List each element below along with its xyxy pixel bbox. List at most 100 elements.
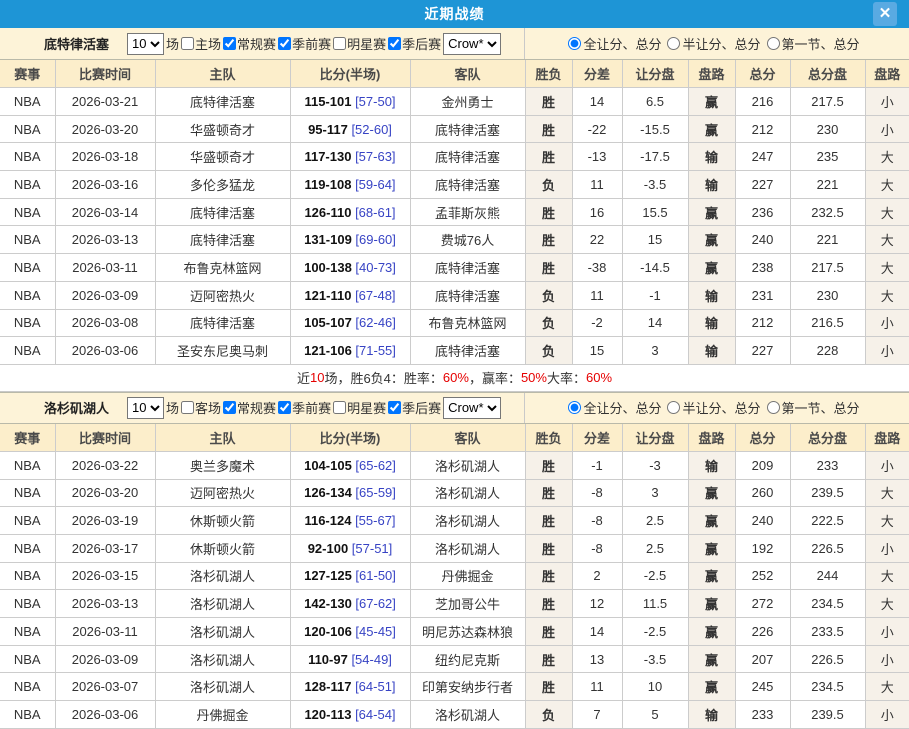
checkbox-input[interactable] (223, 37, 236, 50)
checkbox-input[interactable] (278, 37, 291, 50)
view-mode-radio[interactable]: 半让分、总分 (667, 398, 760, 417)
view-mode-radio-group: 全让分、总分半让分、总分第一节、总分 (525, 28, 909, 59)
column-header: 胜负 (525, 60, 572, 88)
diff-cell: 15 (572, 337, 622, 365)
date-cell: 2026-03-14 (55, 198, 155, 226)
away-team-cell: 底特律活塞 (410, 281, 525, 309)
odds-source-select[interactable]: Crow* (443, 33, 501, 55)
diff-cell: 13 (572, 645, 622, 673)
halftime-score: [45-45] (352, 624, 396, 639)
filter-checkbox[interactable]: 客场 (179, 398, 221, 417)
view-mode-radio[interactable]: 全让分、总分 (568, 398, 661, 417)
checkbox-label: 明星赛 (347, 398, 386, 417)
table-row: NBA2026-03-09洛杉矶湖人110-97 [54-49]纽约尼克斯胜13… (0, 645, 909, 673)
filter-bar: 洛杉矶湖人 10 场 客场常规赛季前赛明星赛季后赛 Crow* 全让分、总分半让… (0, 392, 909, 424)
date-cell: 2026-03-06 (55, 337, 155, 365)
table-row: NBA2026-03-11洛杉矶湖人120-106 [45-45]明尼苏达森林狼… (0, 618, 909, 646)
handicap-result-cell: 赢 (688, 645, 735, 673)
results-table: 赛事比赛时间主队比分(半场)客队胜负分差让分盘盘路总分总分盘盘路 NBA2026… (0, 424, 909, 729)
checkbox-label: 客场 (195, 398, 221, 417)
over-under-cell: 小 (865, 88, 909, 116)
checkbox-input[interactable] (333, 37, 346, 50)
column-header: 赛事 (0, 60, 55, 88)
view-mode-radio[interactable]: 第一节、总分 (767, 398, 860, 417)
table-row: NBA2026-03-19休斯顿火箭116-124 [55-67]洛杉矶湖人胜-… (0, 507, 909, 535)
date-cell: 2026-03-17 (55, 534, 155, 562)
checkbox-input[interactable] (388, 401, 401, 414)
halftime-score: [57-51] (348, 541, 392, 556)
filter-checkbox[interactable]: 明星赛 (331, 398, 386, 417)
column-header: 总分 (735, 424, 790, 452)
radio-input[interactable] (767, 37, 780, 50)
date-cell: 2026-03-16 (55, 171, 155, 199)
handicap-cell: -17.5 (622, 143, 688, 171)
filter-checkbox[interactable]: 常规赛 (221, 398, 276, 417)
column-header: 比赛时间 (55, 424, 155, 452)
radio-input[interactable] (667, 401, 680, 414)
handicap-cell: -15.5 (622, 115, 688, 143)
date-cell: 2026-03-21 (55, 88, 155, 116)
close-icon: ✕ (879, 2, 892, 26)
handicap-result-cell: 赢 (688, 507, 735, 535)
total-line-cell: 217.5 (790, 254, 865, 282)
score-cell: 121-110 [67-48] (290, 281, 410, 309)
total-cell: 240 (735, 226, 790, 254)
radio-input[interactable] (568, 37, 581, 50)
league-cell: NBA (0, 534, 55, 562)
total-line-cell: 226.5 (790, 534, 865, 562)
radio-input[interactable] (667, 37, 680, 50)
diff-cell: 7 (572, 701, 622, 729)
away-team-cell: 洛杉矶湖人 (410, 479, 525, 507)
result-cell: 胜 (525, 115, 572, 143)
table-row: NBA2026-03-16多伦多猛龙119-108 [59-64]底特律活塞负1… (0, 171, 909, 199)
handicap-cell: 14 (622, 309, 688, 337)
radio-input[interactable] (767, 401, 780, 414)
table-row: NBA2026-03-17休斯顿火箭92-100 [57-51]洛杉矶湖人胜-8… (0, 534, 909, 562)
date-cell: 2026-03-11 (55, 254, 155, 282)
filter-checkbox[interactable]: 季前赛 (276, 398, 331, 417)
view-mode-radio[interactable]: 全让分、总分 (568, 34, 661, 53)
final-score: 126-110 (304, 205, 351, 220)
handicap-cell: -1 (622, 281, 688, 309)
home-team-cell: 丹佛掘金 (155, 701, 290, 729)
checkbox-input[interactable] (223, 401, 236, 414)
column-header: 主队 (155, 424, 290, 452)
checkbox-input[interactable] (181, 401, 194, 414)
filter-checkbox[interactable]: 主场 (179, 34, 221, 53)
filter-checkbox[interactable]: 季后赛 (386, 398, 441, 417)
total-line-cell: 216.5 (790, 309, 865, 337)
league-cell: NBA (0, 590, 55, 618)
filter-checkbox[interactable]: 季前赛 (276, 34, 331, 53)
filter-bar-left: 底特律活塞 10 场 主场常规赛季前赛明星赛季后赛 Crow* (0, 28, 525, 59)
date-cell: 2026-03-09 (55, 281, 155, 309)
filter-checkbox[interactable]: 明星赛 (331, 34, 386, 53)
filter-checkbox[interactable]: 常规赛 (221, 34, 276, 53)
table-row: NBA2026-03-09迈阿密热火121-110 [67-48]底特律活塞负1… (0, 281, 909, 309)
final-score: 116-124 (304, 513, 351, 528)
result-cell: 负 (525, 701, 572, 729)
handicap-result-cell: 赢 (688, 198, 735, 226)
total-cell: 209 (735, 451, 790, 479)
final-score: 121-106 (304, 343, 352, 358)
date-cell: 2026-03-22 (55, 451, 155, 479)
checkbox-input[interactable] (181, 37, 194, 50)
score-cell: 95-117 [52-60] (290, 115, 410, 143)
score-cell: 121-106 [71-55] (290, 337, 410, 365)
radio-input[interactable] (568, 401, 581, 414)
over-under-cell: 小 (865, 309, 909, 337)
view-mode-radio[interactable]: 半让分、总分 (667, 34, 760, 53)
filter-checkbox[interactable]: 季后赛 (386, 34, 441, 53)
checkbox-input[interactable] (278, 401, 291, 414)
halftime-score: [52-60] (348, 122, 392, 137)
home-team-cell: 底特律活塞 (155, 226, 290, 254)
games-count-select[interactable]: 10 (127, 397, 164, 419)
close-button[interactable]: ✕ (873, 2, 897, 26)
checkbox-input[interactable] (333, 401, 346, 414)
view-mode-radio[interactable]: 第一节、总分 (767, 34, 860, 53)
summary-text-segment: 大率： (547, 368, 586, 387)
odds-source-select[interactable]: Crow* (443, 397, 501, 419)
games-count-select[interactable]: 10 (127, 33, 164, 55)
checkbox-input[interactable] (388, 37, 401, 50)
away-team-cell: 布鲁克林篮网 (410, 309, 525, 337)
over-under-cell: 大 (865, 226, 909, 254)
